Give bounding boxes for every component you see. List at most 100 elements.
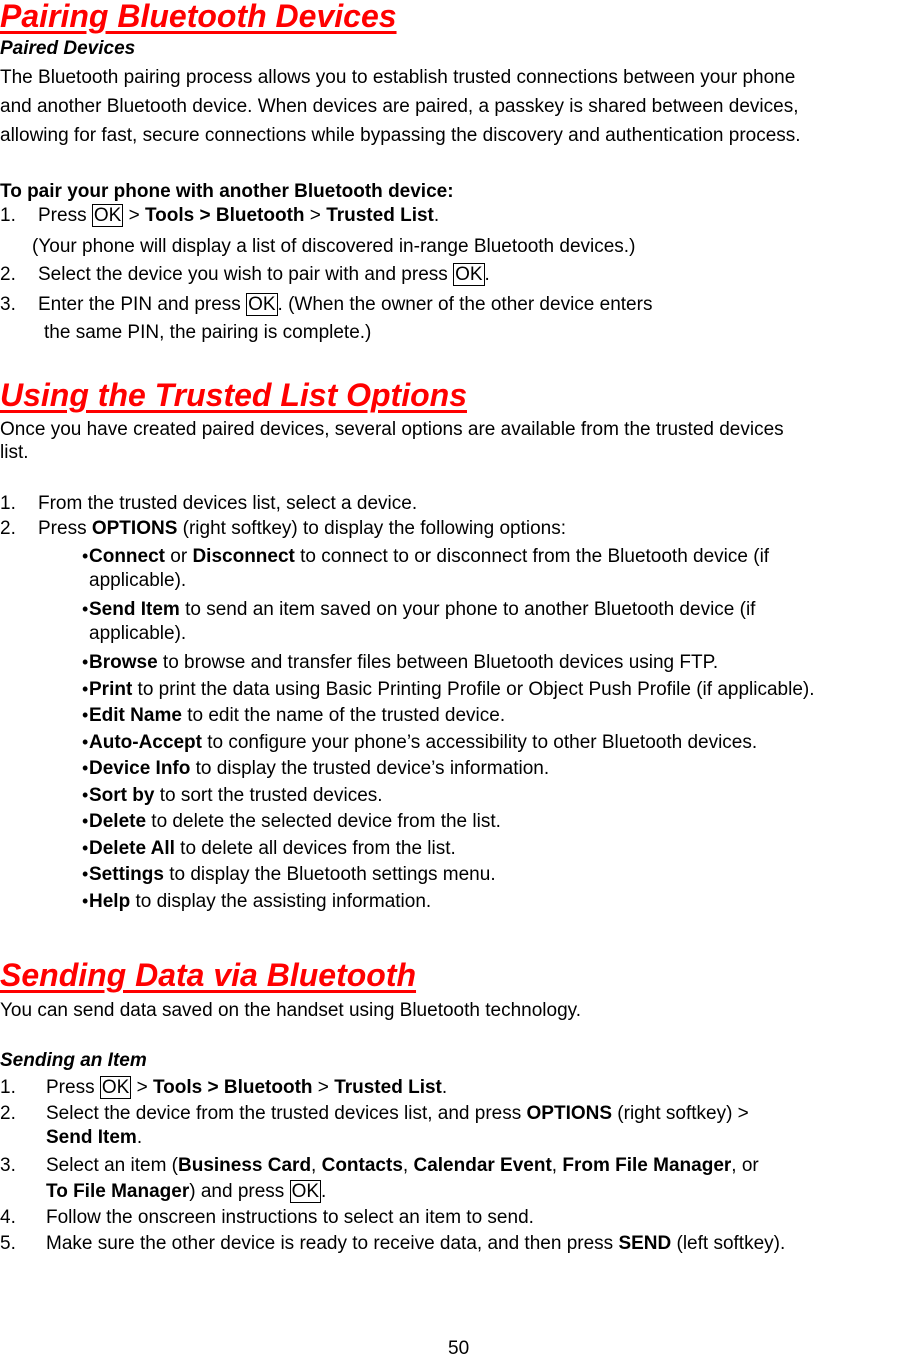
step-text: Make sure the other device is ready to r… [46, 1233, 619, 1254]
step-text: , or [731, 1155, 759, 1176]
option-description: to browse and transfer files between Blu… [157, 652, 719, 673]
option-description: to display the trusted device’s informat… [190, 758, 550, 779]
step-text: Press [38, 518, 92, 539]
bullet-icon: • [82, 731, 89, 752]
section-title-pairing: Pairing Bluetooth Devices [0, 0, 397, 34]
intro-line: The Bluetooth pairing process allows you… [0, 67, 796, 88]
bullet-icon: • [82, 811, 89, 831]
softkey-label: OPTIONS [91, 518, 178, 539]
step-text: Select an item ( [46, 1155, 178, 1176]
option-name: Connect [89, 546, 165, 567]
option-description: to send an item saved on your phone to a… [179, 599, 756, 620]
option-text: or [165, 546, 193, 567]
option-name: Sort by [89, 784, 155, 806]
intro-line: You can send data saved on the handset u… [0, 1000, 582, 1021]
step-number: 4. [0, 1207, 16, 1228]
intro-line: list. [0, 442, 29, 463]
bullet-icon: • [82, 705, 89, 725]
item-type: From File Manager [562, 1155, 732, 1176]
step-text: . [136, 1127, 143, 1148]
bullet-icon: • [82, 864, 89, 884]
step-text: > [312, 1077, 335, 1098]
step-text: Press [46, 1077, 100, 1098]
menu-path: Tools > Bluetooth [144, 205, 305, 226]
step-text: > [123, 205, 145, 226]
bullet-icon: • [82, 546, 89, 566]
step-number: 3. [0, 294, 16, 315]
menu-option: Send Item [46, 1127, 137, 1148]
ok-key: OK [91, 204, 124, 227]
option-text: Auto-Accept to configure your phone’s ac… [89, 732, 757, 754]
step-number: 1. [0, 1077, 16, 1098]
bullet-icon: • [82, 652, 89, 672]
step-text: From the trusted devices list, select a … [38, 493, 418, 514]
option-description: to edit the name of the trusted device. [181, 705, 506, 726]
option-name: Print [89, 678, 133, 700]
bullet-icon: • [82, 758, 89, 778]
ok-key: OK [289, 1180, 322, 1203]
option-name: Device Info [89, 758, 191, 779]
subtitle-paired-devices: Paired Devices [0, 38, 136, 59]
option-name: Edit Name [89, 705, 182, 726]
step-note: (Your phone will display a list of disco… [32, 236, 636, 257]
option-name: Delete [89, 811, 147, 832]
subtitle-sending-item: Sending an Item [0, 1050, 147, 1071]
step-continuation: the same PIN, the pairing is complete.) [44, 322, 372, 343]
step-continuation: To File Manager) and press OK. [46, 1180, 327, 1203]
step-text: > [131, 1077, 153, 1098]
option-text: Print to print the data using Basic Prin… [89, 679, 815, 701]
option-text: Sort by to sort the trusted devices. [89, 785, 383, 807]
step-text: Select the device you wish to pair with … [38, 264, 454, 285]
option-continuation: applicable). [89, 570, 187, 591]
option-continuation: applicable). [89, 623, 187, 644]
bullet-icon: • [82, 678, 89, 699]
option-text: Connect or Disconnect to connect to or d… [89, 546, 769, 568]
step-text: Follow the onscreen instructions to sele… [46, 1207, 534, 1228]
menu-path: Trusted List [334, 1077, 442, 1098]
option-name: Disconnect [192, 546, 295, 567]
option-description: to delete all devices from the list. [174, 837, 456, 859]
step-text: . [484, 264, 490, 285]
item-type: To File Manager [46, 1181, 190, 1202]
menu-path: Trusted List [326, 205, 434, 226]
step-number: 1. [0, 205, 16, 226]
option-text: Send Item to send an item saved on your … [89, 599, 755, 621]
option-name: Delete All [89, 837, 175, 859]
step-text: , [551, 1155, 563, 1176]
option-description: to connect to or disconnect from the Blu… [294, 546, 770, 567]
bullet-icon: • [82, 837, 89, 858]
option-name: Settings [89, 864, 164, 885]
step-number: 2. [0, 1103, 16, 1124]
step-continuation: Send Item. [46, 1127, 142, 1149]
intro-line: Once you have created paired devices, se… [0, 419, 784, 440]
step-number: 2. [0, 264, 16, 285]
item-type: Business Card [178, 1155, 312, 1176]
option-text: Help to display the assisting informatio… [89, 891, 431, 913]
ok-key: OK [453, 263, 485, 286]
step-text: . [321, 1181, 327, 1202]
option-description: to display the Bluetooth settings menu. [163, 864, 496, 885]
step-text: . [441, 1077, 448, 1098]
step-text: . [433, 205, 440, 226]
option-name: Send Item [89, 599, 180, 620]
option-description: to configure your phone’s accessibility … [201, 731, 758, 753]
section-title-sending-data: Sending Data via Bluetooth [0, 957, 417, 993]
option-text: Settings to display the Bluetooth settin… [89, 864, 496, 886]
step-text: (right softkey) > [612, 1103, 749, 1124]
softkey-label: OPTIONS [526, 1103, 613, 1124]
procedure-title: To pair your phone with another Bluetoot… [0, 181, 454, 202]
option-description: to delete the selected device from the l… [146, 811, 501, 832]
intro-line: and another Bluetooth device. When devic… [0, 96, 799, 117]
item-type: Contacts [321, 1155, 403, 1176]
item-type: Calendar Event [413, 1155, 552, 1176]
option-text: Edit Name to edit the name of the truste… [89, 705, 505, 727]
step-text: Select the device from the trusted devic… [46, 1103, 527, 1124]
ok-key: OK [99, 1076, 132, 1099]
step-text: ) and press [189, 1181, 290, 1202]
bullet-icon: • [82, 784, 89, 805]
option-name: Help [89, 890, 131, 912]
step-text: Enter the PIN and press [38, 294, 247, 315]
option-text: Delete to delete the selected device fro… [89, 811, 501, 833]
step-text: , [402, 1155, 414, 1176]
step-text: , [311, 1155, 322, 1176]
